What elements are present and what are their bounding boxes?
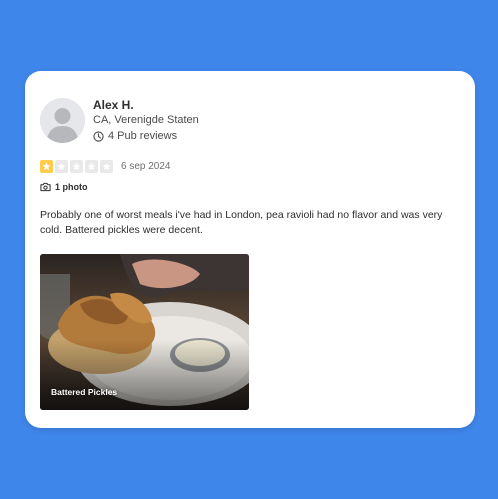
user-silhouette-icon (40, 98, 85, 143)
photo-caption: Battered Pickles (51, 387, 118, 397)
star-empty-icon (100, 160, 113, 173)
avatar[interactable] (40, 98, 85, 143)
clock-icon (93, 130, 104, 142)
star-filled-icon (40, 160, 53, 173)
photo-count-label: 1 photo (55, 182, 88, 192)
photo-count[interactable]: 1 photo (40, 182, 88, 192)
review-text: Probably one of worst meals i've had in … (40, 209, 443, 236)
star-empty-icon (55, 160, 68, 173)
star-empty-icon (85, 160, 98, 173)
review-photo[interactable]: Battered Pickles (40, 254, 249, 410)
user-review-count: 4 Pub reviews (93, 130, 177, 142)
camera-icon (40, 182, 51, 192)
user-name[interactable]: Alex H. (93, 98, 134, 112)
star-rating (40, 160, 113, 173)
star-empty-icon (70, 160, 83, 173)
review-count-label: 4 Pub reviews (108, 130, 178, 142)
review-date: 6 sep 2024 (121, 161, 171, 172)
user-location: CA, Verenigde Staten (93, 114, 199, 126)
review-card: Alex H. CA, Verenigde Staten 4 Pub revie… (25, 71, 475, 428)
